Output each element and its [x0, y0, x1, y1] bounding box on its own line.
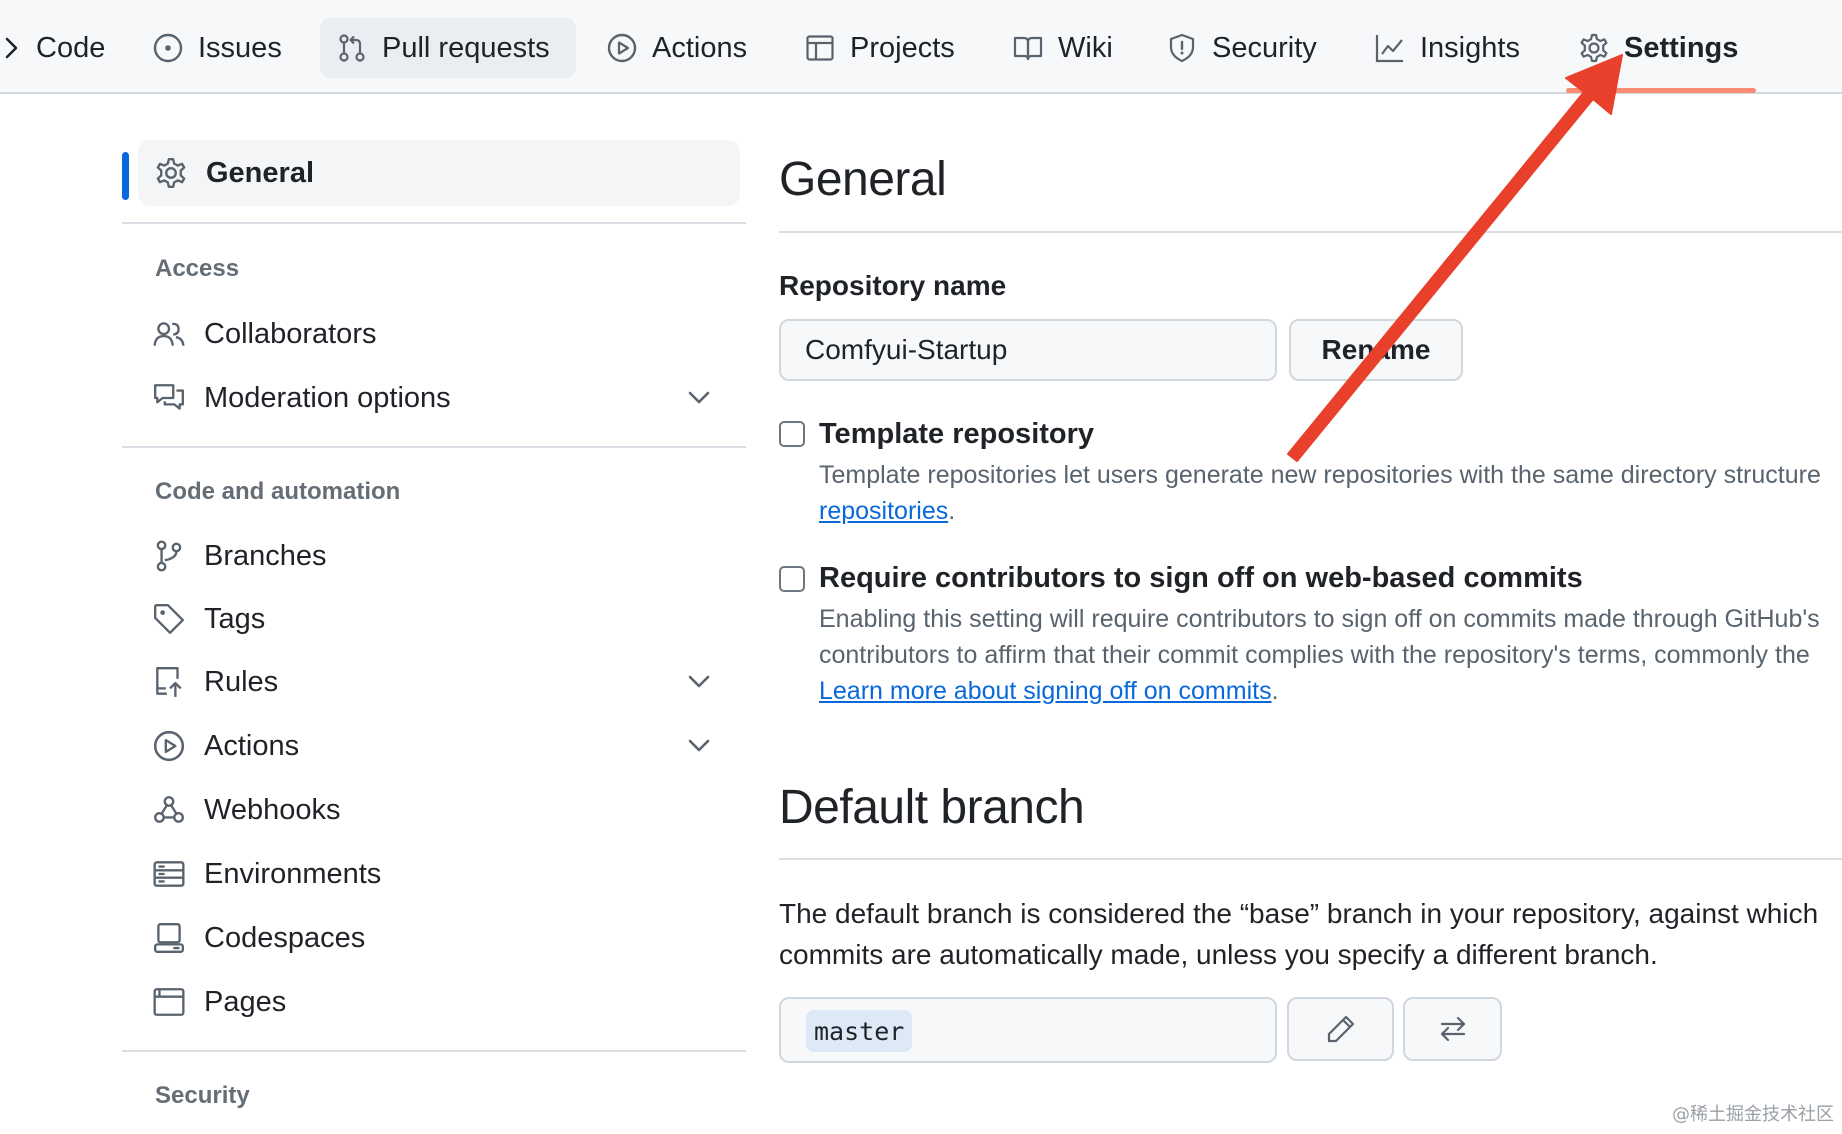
sidebar-item-general[interactable]: General [138, 140, 740, 206]
template-repository-description-line2: repositories. [819, 493, 1842, 529]
chevron-right-icon [5, 37, 18, 59]
sidebar-item-label: Branches [204, 539, 327, 572]
tab-actions-label: Actions [652, 31, 748, 64]
tab-actions[interactable]: Actions [590, 18, 763, 78]
sidebar-item-branches[interactable]: Branches [152, 528, 742, 584]
active-indicator [122, 152, 129, 200]
chevron-down-icon[interactable] [684, 382, 714, 412]
switch-default-branch-button[interactable] [1403, 997, 1502, 1061]
signoff-learn-more-link[interactable]: Learn more about signing off on commits [819, 677, 1272, 705]
sidebar-item-label: Actions [204, 729, 300, 762]
chevron-down-icon[interactable] [684, 730, 714, 760]
default-branch-description-line2: commits are automatically made, unless y… [779, 939, 1658, 970]
section-divider [779, 231, 1842, 233]
tab-pull-requests[interactable]: Pull requests [320, 18, 576, 78]
git-branch-icon [156, 540, 182, 572]
signoff-description-line3: Learn more about signing off on commits. [819, 673, 1842, 709]
punctuation: . [1271, 677, 1279, 705]
sidebar-item-label: Webhooks [204, 793, 341, 826]
arrow-switch-icon [1440, 1016, 1465, 1042]
tab-pull-requests-label: Pull requests [382, 31, 550, 64]
sidebar-divider [122, 446, 746, 448]
sidebar-heading-code-and-automation: Code and automation [155, 478, 401, 505]
pencil-icon [1327, 1015, 1354, 1043]
sidebar-heading-access: Access [155, 255, 240, 282]
rename-button[interactable]: Rename [1289, 319, 1463, 381]
sidebar-item-label: Collaborators [204, 317, 377, 350]
browser-icon [153, 988, 185, 1016]
tag-icon [154, 604, 184, 634]
repo-push-icon [156, 667, 182, 697]
sidebar-item-label: Pages [204, 985, 287, 1018]
sidebar-divider [122, 222, 746, 224]
sidebar-item-label: Moderation options [204, 381, 451, 414]
sidebar-item-codespaces[interactable]: Codespaces [152, 910, 742, 966]
sidebar-item-environments[interactable]: Environments [152, 846, 742, 902]
webhook-icon [154, 796, 184, 823]
signoff-checkbox[interactable] [779, 566, 805, 592]
template-repository-description: Template repositories let users generate… [819, 461, 1821, 489]
git-pull-request-icon [339, 34, 365, 62]
settings-main: General Repository name Rename Template … [779, 0, 1842, 1134]
sidebar-item-pages[interactable]: Pages [152, 974, 742, 1030]
sidebar-divider [122, 1050, 746, 1052]
sidebar-item-webhooks[interactable]: Webhooks [152, 782, 742, 838]
sidebar-item-label: Codespaces [204, 921, 366, 954]
play-icon [153, 730, 185, 762]
page-title: General [779, 153, 947, 206]
sidebar-item-label: Tags [204, 602, 266, 635]
sidebar-heading-security: Security [155, 1082, 250, 1109]
branch-name: master [806, 1010, 913, 1052]
signoff-description: Enabling this setting will require contr… [819, 605, 1820, 633]
sidebar-item-label: General [206, 156, 314, 189]
sidebar-item-actions[interactable]: Actions [152, 718, 742, 774]
repositories-link[interactable]: repositories [819, 497, 948, 525]
issue-opened-icon [153, 33, 183, 63]
sidebar-item-moderation-options[interactable]: Moderation options [152, 370, 742, 426]
chevron-down-icon[interactable] [684, 666, 714, 696]
watermark: @稀土掘金技术社区 [1672, 1104, 1834, 1125]
signoff-title: Require contributors to sign off on web-… [819, 562, 1583, 594]
signoff-description-line2: contributors to affirm that their commit… [819, 641, 1810, 669]
sidebar-item-label: Rules [204, 665, 279, 698]
punctuation: . [948, 497, 956, 525]
template-repository-title: Template repository [819, 418, 1095, 450]
repo-name-label: Repository name [779, 270, 1007, 301]
tab-code-label: Code [36, 31, 106, 64]
codespaces-icon [154, 923, 184, 953]
template-repository-checkbox[interactable] [779, 421, 805, 447]
server-icon [153, 861, 185, 887]
gear-icon [156, 158, 186, 188]
sidebar-item-tags[interactable]: Tags [152, 591, 742, 647]
sidebar-item-label: Environments [204, 857, 382, 890]
section-divider [779, 858, 1842, 860]
comment-discussion-icon [154, 384, 184, 410]
default-branch-field: master [779, 997, 1277, 1063]
sidebar-item-rules[interactable]: Rules [152, 654, 742, 710]
people-icon [153, 322, 185, 346]
edit-default-branch-button[interactable] [1287, 997, 1394, 1061]
tab-code[interactable]: Code [20, 18, 121, 78]
sidebar-item-collaborators[interactable]: Collaborators [152, 306, 742, 362]
tab-issues[interactable]: Issues [136, 18, 298, 78]
default-branch-description: The default branch is considered the “ba… [779, 898, 1819, 929]
play-icon [607, 33, 637, 63]
tab-issues-label: Issues [198, 31, 282, 64]
repo-name-input[interactable] [779, 319, 1277, 381]
default-branch-title: Default branch [779, 781, 1085, 834]
